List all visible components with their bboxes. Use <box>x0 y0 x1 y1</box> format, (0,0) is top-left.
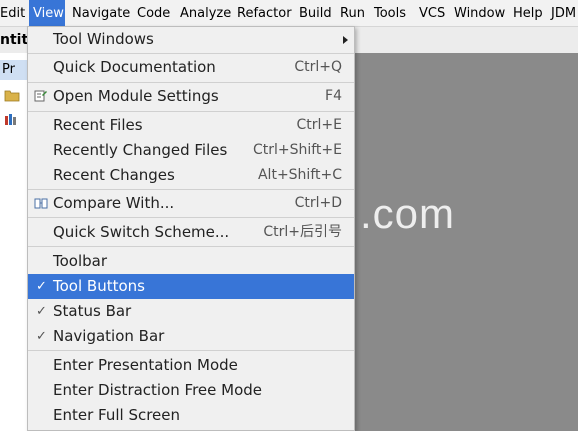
folder-icon <box>4 90 20 102</box>
menu-bar: Edit View Navigate Code Analyze Refactor… <box>0 0 578 27</box>
menu-separator <box>28 246 354 247</box>
menu-item-label: Toolbar <box>53 252 108 270</box>
menu-item-label: Enter Presentation Mode <box>53 356 238 374</box>
menu-item-label: Navigation Bar <box>53 327 165 345</box>
menu-item-label: Open Module Settings <box>53 87 219 105</box>
menu-code[interactable]: Code <box>137 0 170 27</box>
menu-item-label: Recent Files <box>53 116 143 134</box>
menu-view[interactable]: View <box>29 0 65 27</box>
menu-build[interactable]: Build <box>299 0 332 27</box>
view-menu-dropdown: Tool Windows Quick Documentation Ctrl+Q … <box>27 26 355 431</box>
menu-item-shortcut: Ctrl+后引号 <box>263 224 342 240</box>
menu-item-quick-switch-scheme[interactable]: Quick Switch Scheme... Ctrl+后引号 <box>28 220 354 245</box>
menu-item-enter-distraction-free-mode[interactable]: Enter Distraction Free Mode <box>28 378 354 403</box>
menu-item-label: Tool Windows <box>53 30 154 48</box>
menu-item-navigation-bar[interactable]: ✓ Navigation Bar <box>28 324 354 349</box>
menu-item-status-bar[interactable]: ✓ Status Bar <box>28 299 354 324</box>
library-icon <box>5 114 16 125</box>
menu-item-label: Tool Buttons <box>53 277 145 295</box>
menu-item-quick-documentation[interactable]: Quick Documentation Ctrl+Q <box>28 55 354 80</box>
menu-separator <box>28 53 354 54</box>
menu-item-shortcut: F4 <box>325 88 342 104</box>
menu-item-recently-changed-files[interactable]: Recently Changed Files Ctrl+Shift+E <box>28 138 354 163</box>
menu-jdm[interactable]: JDM <box>551 0 576 27</box>
project-tab[interactable]: Pr <box>0 60 28 80</box>
menu-item-shortcut: Ctrl+D <box>294 195 342 211</box>
menu-item-label: Quick Switch Scheme... <box>53 223 230 241</box>
menu-navigate[interactable]: Navigate <box>72 0 130 27</box>
menu-item-label: Recently Changed Files <box>53 141 228 159</box>
editor-area-right <box>355 53 578 431</box>
menu-help[interactable]: Help <box>513 0 543 27</box>
menu-item-label: Enter Full Screen <box>53 406 181 424</box>
menu-vcs[interactable]: VCS <box>419 0 445 27</box>
menu-item-label: Recent Changes <box>53 166 175 184</box>
menu-item-open-module-settings[interactable]: Open Module Settings F4 <box>28 84 354 109</box>
menu-separator <box>28 350 354 351</box>
module-settings-icon <box>34 90 47 102</box>
menu-item-shortcut: Ctrl+E <box>296 117 343 133</box>
menu-window[interactable]: Window <box>454 0 505 27</box>
menu-item-label: Status Bar <box>53 302 132 320</box>
watermark-text: .com <box>360 190 456 237</box>
checkmark-icon: ✓ <box>36 279 47 294</box>
menu-separator <box>28 82 354 83</box>
menu-item-tool-windows[interactable]: Tool Windows <box>28 27 354 52</box>
menu-item-tool-buttons[interactable]: ✓ Tool Buttons <box>28 274 354 299</box>
checkmark-icon: ✓ <box>36 329 47 344</box>
menu-item-shortcut: Alt+Shift+C <box>257 167 342 183</box>
menu-tools[interactable]: Tools <box>374 0 406 27</box>
menu-edit[interactable]: Edit <box>0 0 25 27</box>
menu-item-label: Quick Documentation <box>53 58 216 76</box>
checkmark-icon: ✓ <box>36 304 47 319</box>
menu-item-enter-presentation-mode[interactable]: Enter Presentation Mode <box>28 353 354 378</box>
menu-item-shortcut: Ctrl+Shift+E <box>252 142 342 158</box>
menu-refactor[interactable]: Refactor <box>237 0 292 27</box>
menu-separator <box>28 189 354 190</box>
menu-item-compare-with[interactable]: Compare With... Ctrl+D <box>28 191 354 216</box>
menu-separator <box>28 111 354 112</box>
menu-item-shortcut: Ctrl+Q <box>294 59 342 75</box>
menu-analyze[interactable]: Analyze <box>180 0 231 27</box>
menu-separator <box>28 217 354 218</box>
compare-icon <box>34 198 48 209</box>
menu-item-toolbar[interactable]: Toolbar <box>28 249 354 274</box>
menu-item-recent-changes[interactable]: Recent Changes Alt+Shift+C <box>28 163 354 188</box>
project-tab-label: Pr <box>2 62 15 77</box>
menu-item-recent-files[interactable]: Recent Files Ctrl+E <box>28 113 354 138</box>
menu-run[interactable]: Run <box>340 0 365 27</box>
menu-item-label: Enter Distraction Free Mode <box>53 381 263 399</box>
menu-item-label: Compare With... <box>53 194 175 212</box>
submenu-arrow-icon <box>343 36 348 44</box>
menu-item-enter-full-screen[interactable]: Enter Full Screen <box>28 403 354 428</box>
